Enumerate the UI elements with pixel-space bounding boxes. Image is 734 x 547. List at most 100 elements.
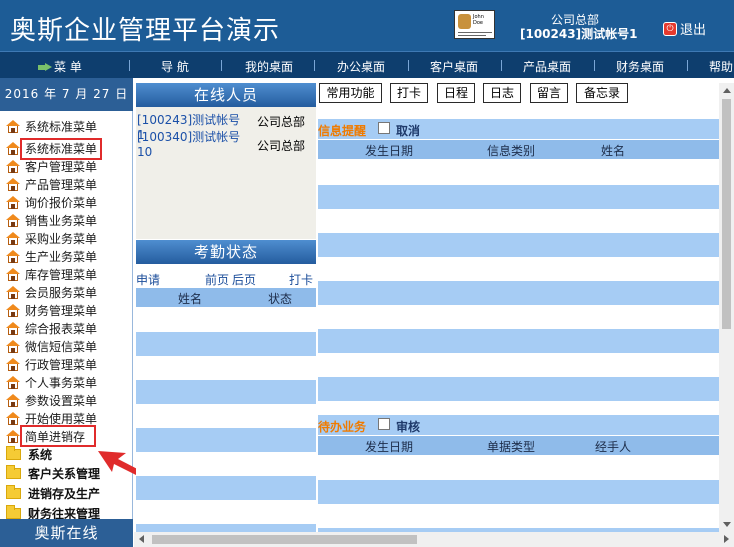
nav-divider bbox=[129, 60, 130, 71]
vertical-scrollbar[interactable] bbox=[719, 83, 734, 532]
nav-my-desktop[interactable]: 我的桌面 bbox=[245, 58, 293, 75]
nav-finance-desktop[interactable]: 财务桌面 bbox=[616, 58, 664, 75]
nav-help[interactable]: 帮助 bbox=[709, 58, 733, 75]
sidebar-folder-crm[interactable]: 客户关系管理 bbox=[6, 464, 100, 482]
sidebar-folder-system[interactable]: 系统 bbox=[6, 445, 52, 463]
home-icon bbox=[6, 357, 20, 371]
sidebar-item-quote[interactable]: 询价报价菜单 bbox=[6, 193, 97, 211]
table-row bbox=[136, 332, 316, 356]
scroll-thumb[interactable] bbox=[722, 99, 731, 329]
sidebar-item-purchase[interactable]: 采购业务菜单 bbox=[6, 229, 97, 247]
table-row bbox=[136, 476, 316, 500]
table-row bbox=[318, 209, 719, 233]
sidebar-item-system-standard[interactable]: 系统标准菜单 bbox=[6, 117, 97, 135]
sidebar-item-settings[interactable]: 参数设置菜单 bbox=[6, 391, 97, 409]
scroll-thumb[interactable] bbox=[152, 535, 417, 544]
user-avatar[interactable]: John Doe bbox=[454, 10, 495, 39]
todo-col-doc-type: 单据类型 bbox=[487, 440, 536, 454]
sidebar-item-product[interactable]: 产品管理菜单 bbox=[6, 175, 97, 193]
sidebar-item-label: 会员服务菜单 bbox=[25, 285, 98, 300]
table-row bbox=[318, 159, 719, 185]
table-row bbox=[136, 500, 316, 524]
info-col-name: 姓名 bbox=[601, 144, 626, 158]
common-functions-button[interactable]: 常用功能 bbox=[319, 83, 382, 103]
sidebar-item-production[interactable]: 生产业务菜单 bbox=[6, 247, 97, 265]
online-user-company: 公司总部 bbox=[257, 139, 306, 153]
todo-review-label[interactable]: 审核 bbox=[396, 418, 420, 435]
table-row bbox=[136, 307, 316, 332]
sidebar-item-sales[interactable]: 销售业务菜单 bbox=[6, 211, 97, 229]
table-row bbox=[136, 380, 316, 404]
sidebar-item-label: 系统标准菜单 bbox=[25, 119, 98, 134]
scroll-left-icon[interactable] bbox=[139, 535, 144, 543]
home-icon bbox=[6, 339, 20, 353]
log-button[interactable]: 日志 bbox=[483, 83, 521, 103]
sidebar-item-member[interactable]: 会员服务菜单 bbox=[6, 283, 97, 301]
avatar-line bbox=[458, 32, 492, 33]
message-button[interactable]: 留言 bbox=[530, 83, 568, 103]
info-reminder-header: 信息提醒 取消 bbox=[318, 119, 719, 139]
nav-menu-label: 菜 单 bbox=[54, 60, 82, 74]
sidebar-item-label: 销售业务菜单 bbox=[25, 213, 98, 228]
nav-product-desktop[interactable]: 产品桌面 bbox=[523, 58, 571, 75]
sidebar-footer: 奥斯在线 bbox=[0, 519, 133, 547]
attendance-clock-link[interactable]: 打卡 bbox=[289, 271, 313, 288]
folder-icon bbox=[6, 484, 21, 499]
table-row bbox=[136, 356, 316, 380]
table-row bbox=[318, 329, 719, 353]
memo-button[interactable]: 备忘录 bbox=[576, 83, 628, 103]
scroll-up-icon[interactable] bbox=[723, 88, 731, 93]
scroll-down-icon[interactable] bbox=[723, 522, 731, 527]
todo-col-date: 发生日期 bbox=[365, 440, 414, 454]
info-cancel-label[interactable]: 取消 bbox=[396, 122, 420, 139]
attendance-apply-link[interactable]: 申请 bbox=[136, 271, 160, 288]
schedule-button[interactable]: 日程 bbox=[437, 83, 475, 103]
sidebar-item-finance[interactable]: 财务管理菜单 bbox=[6, 301, 97, 319]
todo-review-checkbox[interactable] bbox=[378, 418, 390, 430]
sidebar-item-label: 询价报价菜单 bbox=[25, 195, 98, 210]
sidebar-item-personal[interactable]: 个人事务菜单 bbox=[6, 373, 97, 391]
todo-table-header: 发生日期 单据类型 经手人 bbox=[318, 436, 719, 455]
sidebar-item-label: 采购业务菜单 bbox=[25, 231, 98, 246]
info-cancel-checkbox[interactable] bbox=[378, 122, 390, 134]
nav-guide[interactable]: 导 航 bbox=[161, 58, 189, 75]
sidebar-item-inventory[interactable]: 库存管理菜单 bbox=[6, 265, 97, 283]
nav-customer-desktop[interactable]: 客户桌面 bbox=[430, 58, 478, 75]
sidebar-item-wechat-sms[interactable]: 微信短信菜单 bbox=[6, 337, 97, 355]
attendance-col-name: 姓名 bbox=[178, 292, 203, 306]
table-row bbox=[136, 428, 316, 452]
sidebar-folder-inventory-production[interactable]: 进销存及生产 bbox=[6, 484, 100, 502]
home-icon bbox=[6, 393, 20, 407]
table-row bbox=[318, 480, 719, 504]
sidebar-item-reports[interactable]: 综合报表菜单 bbox=[6, 319, 97, 337]
home-icon bbox=[6, 321, 20, 335]
home-icon bbox=[6, 195, 20, 209]
home-icon bbox=[6, 177, 20, 191]
todo-header: 待办业务 审核 bbox=[318, 415, 719, 435]
sidebar-item-label: 产品管理菜单 bbox=[25, 177, 98, 192]
table-row bbox=[318, 504, 719, 528]
highlight-box bbox=[20, 138, 102, 160]
clock-in-button[interactable]: 打卡 bbox=[390, 83, 428, 103]
nav-office-desktop[interactable]: 办公桌面 bbox=[337, 58, 385, 75]
online-user-name[interactable]: [100340]测试帐号10 bbox=[137, 130, 245, 160]
horizontal-scrollbar[interactable] bbox=[134, 532, 734, 547]
scroll-right-icon[interactable] bbox=[724, 535, 729, 543]
attendance-controls: 申请 前页 后页 打卡 bbox=[136, 271, 316, 288]
attendance-col-status: 状态 bbox=[268, 292, 293, 306]
nav-menu[interactable]: 菜 单 bbox=[38, 58, 82, 75]
home-icon bbox=[6, 119, 20, 133]
avatar-face-icon bbox=[458, 14, 471, 29]
attendance-prev-link[interactable]: 前页 bbox=[205, 271, 229, 288]
sidebar-item-label: 开始使用菜单 bbox=[25, 411, 98, 426]
sidebar-item-admin[interactable]: 行政管理菜单 bbox=[6, 355, 97, 373]
avatar-name: John Doe bbox=[473, 14, 484, 26]
home-icon bbox=[6, 141, 20, 155]
table-row bbox=[318, 455, 719, 480]
info-reminder-title: 信息提醒 bbox=[318, 124, 367, 138]
logout-button[interactable]: ⏻ 退出 bbox=[663, 19, 706, 38]
attendance-title: 考勤状态 bbox=[136, 240, 316, 264]
table-row bbox=[318, 377, 719, 401]
app-title: 奥斯企业管理平台演示 bbox=[10, 16, 281, 46]
attendance-next-link[interactable]: 后页 bbox=[232, 271, 256, 288]
